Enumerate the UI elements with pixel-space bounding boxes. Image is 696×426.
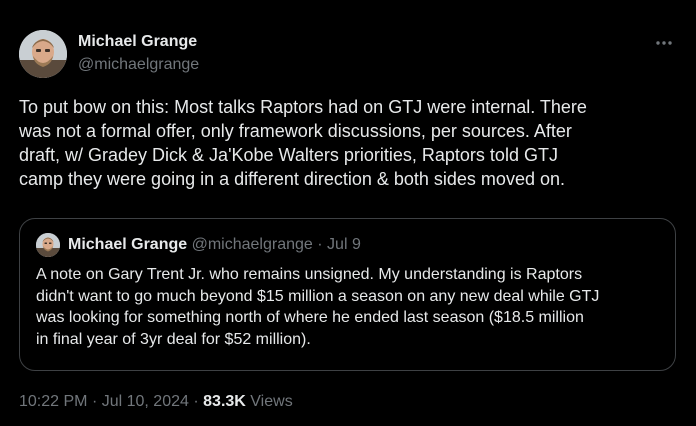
more-horizontal-icon — [654, 33, 674, 51]
tweet-date[interactable]: Jul 10, 2024 — [102, 393, 189, 410]
views-count[interactable]: 83.3K — [203, 393, 246, 410]
tweet-meta: 10:22 PM · Jul 10, 2024 · 83.3K Views — [19, 393, 293, 411]
quoted-author-avatar — [36, 233, 60, 257]
tweet-text: To put bow on this: Most talks Raptors h… — [19, 97, 587, 189]
separator-dot: · — [91, 393, 98, 410]
quoted-tweet-header: Michael Grange @michaelgrange · Jul 9 — [68, 236, 361, 254]
quoted-tweet-text: A note on Gary Trent Jr. who remains uns… — [36, 266, 600, 348]
author-avatar[interactable] — [19, 30, 67, 78]
quoted-author-handle: @michaelgrange — [191, 236, 313, 253]
author-handle[interactable]: @michaelgrange — [78, 56, 199, 74]
quoted-tweet[interactable]: Michael Grange @michaelgrange · Jul 9 A … — [19, 218, 676, 371]
quoted-tweet-date: Jul 9 — [327, 236, 361, 253]
more-options-button[interactable] — [650, 30, 678, 54]
separator-dot: · — [317, 236, 323, 253]
quoted-author-name: Michael Grange — [68, 236, 188, 253]
tweet-time[interactable]: 10:22 PM — [19, 393, 87, 410]
views-label: Views — [250, 393, 293, 410]
author-name[interactable]: Michael Grange — [78, 33, 197, 51]
tweet-card: Michael Grange @michaelgrange To put bow… — [0, 0, 696, 426]
separator-dot: · — [193, 393, 199, 410]
